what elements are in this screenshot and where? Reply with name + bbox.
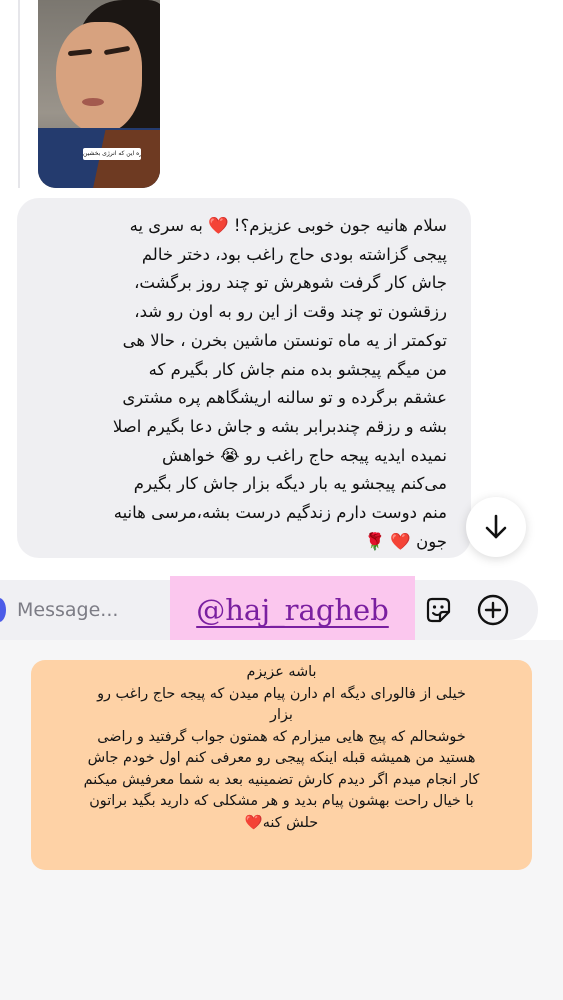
handle-text[interactable]: @haj_ragheb: [196, 593, 389, 627]
received-message-bubble[interactable]: سلام هانیه جون خوبی عزیزم؟! ❤️ به سری یه…: [17, 198, 471, 558]
reply-note-card: باشه عزیزم خیلی از فالورای دیگه ام دارن …: [31, 660, 532, 870]
photo-face: [56, 22, 142, 134]
sticker-button[interactable]: [421, 593, 455, 627]
replied-story-thumbnail[interactable]: اندازه این که انرژی بخشین: [38, 0, 160, 188]
sticker-icon: [426, 597, 451, 623]
received-message-text: سلام هانیه جون خوبی عزیزم؟! ❤️ به سری یه…: [112, 216, 447, 551]
scroll-to-bottom-button[interactable]: [466, 497, 526, 557]
photo-lips: [82, 98, 104, 106]
add-media-button[interactable]: [476, 593, 510, 627]
arrow-down-icon: [485, 514, 507, 539]
message-input-placeholder[interactable]: Message...: [17, 580, 118, 640]
handle-overlay-tag[interactable]: @haj_ragheb: [170, 576, 415, 644]
camera-button-edge[interactable]: [0, 598, 6, 622]
plus-circle-icon: [477, 594, 509, 626]
reply-thread-line: [18, 0, 20, 188]
story-caption: اندازه این که انرژی بخشین: [83, 148, 141, 160]
